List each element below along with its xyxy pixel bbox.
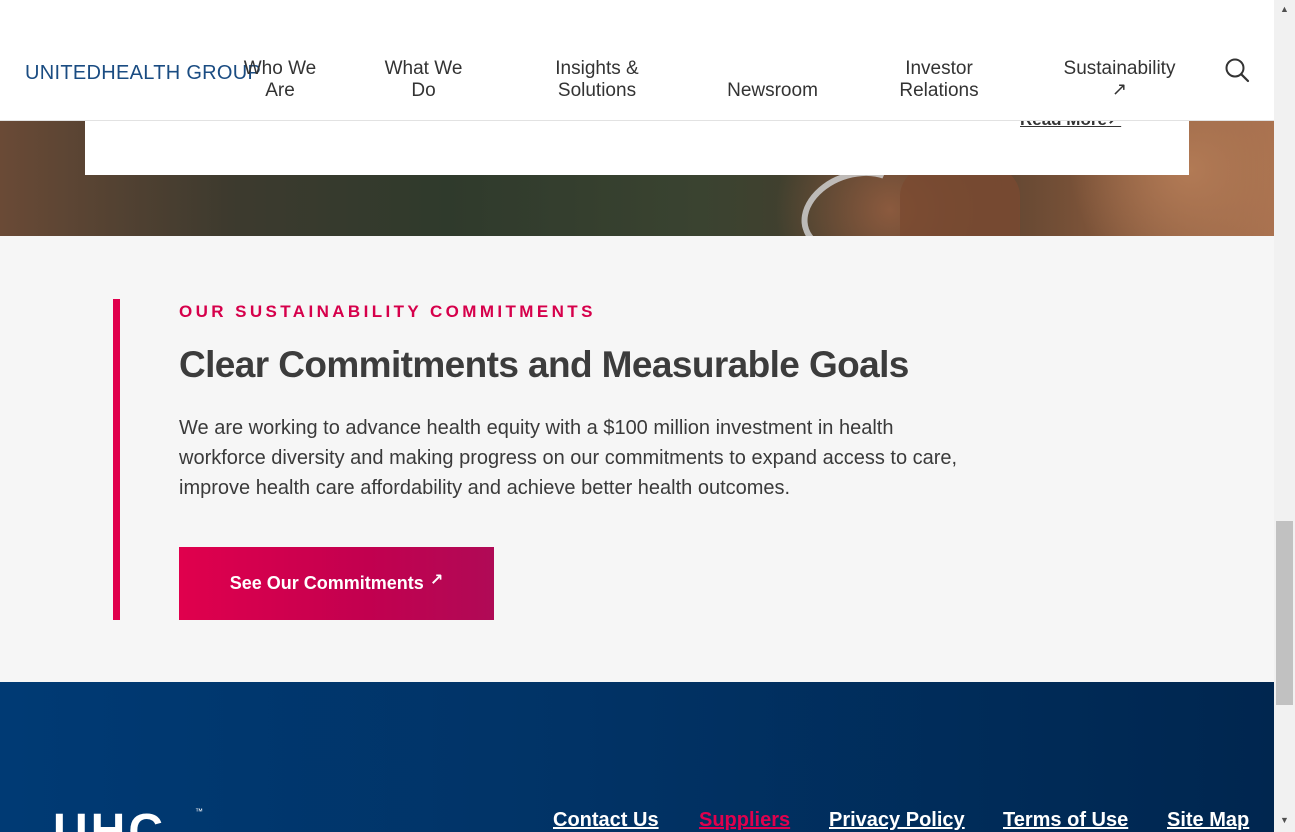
- nav-label-line: Relations: [899, 80, 979, 101]
- nav-label-line: Sustainability: [1063, 58, 1176, 79]
- section-title: Clear Commitments and Measurable Goals: [179, 344, 909, 385]
- external-arrow-icon: ↗: [429, 571, 444, 589]
- scrollbar-thumb[interactable]: [1276, 521, 1293, 705]
- cta-label: See Our Commitments: [229, 573, 424, 593]
- scroll-down-arrow-icon[interactable]: ▼: [1274, 815, 1295, 825]
- see-our-commitments-button[interactable]: See Our Commitments ↗: [179, 547, 494, 620]
- unitedhealth-group-logo[interactable]: UNITEDHEALTH GROUP: [25, 62, 261, 85]
- nav-label-line: Who We: [243, 58, 317, 79]
- nav-label-line: Investor: [905, 58, 973, 79]
- section-body: We are working to advance health equity …: [179, 417, 958, 499]
- nav-newsroom[interactable]: Newsroom: [715, 80, 830, 102]
- footer-link-privacy-policy[interactable]: Privacy Policy: [829, 809, 965, 832]
- nav-label-line: What We: [384, 58, 463, 79]
- nav-label-line: Insights &: [555, 58, 639, 79]
- trademark-mark: ™: [195, 807, 203, 816]
- site-header: UNITEDHEALTH GROUP Who We Are What We Do…: [0, 0, 1274, 121]
- footer-link-contact-us[interactable]: Contact Us: [553, 809, 659, 832]
- nav-sustainability[interactable]: Sustainability ↗: [1052, 58, 1187, 98]
- uhc-logo[interactable]: UHC: [53, 804, 166, 832]
- footer-link-suppliers[interactable]: Suppliers: [699, 809, 790, 832]
- search-icon[interactable]: [1224, 57, 1250, 83]
- nav-label-line: Solutions: [557, 80, 637, 101]
- footer-link-terms-of-use[interactable]: Terms of Use: [1003, 809, 1128, 832]
- nav-insights-solutions[interactable]: Insights & Solutions: [542, 58, 652, 102]
- nav-label-line: Do: [411, 80, 436, 101]
- nav-investor-relations[interactable]: Investor Relations: [889, 58, 989, 102]
- site-footer: UHC ™ Contact Us Suppliers Privacy Polic…: [0, 682, 1274, 832]
- nav-what-we-do[interactable]: What We Do: [376, 58, 471, 102]
- nav-label-line: Are: [265, 80, 295, 101]
- section-eyebrow: OUR SUSTAINABILITY COMMITMENTS: [179, 302, 596, 321]
- scroll-up-arrow-icon[interactable]: ▲: [1274, 4, 1295, 14]
- footer-link-site-map[interactable]: Site Map: [1167, 809, 1249, 832]
- vertical-scrollbar[interactable]: ▲ ▼: [1274, 0, 1295, 832]
- nav-who-we-are[interactable]: Who We Are: [236, 58, 324, 102]
- nav-label-line: Newsroom: [727, 80, 818, 101]
- external-arrow-icon: ↗: [1111, 79, 1128, 99]
- accent-bar: [113, 299, 120, 620]
